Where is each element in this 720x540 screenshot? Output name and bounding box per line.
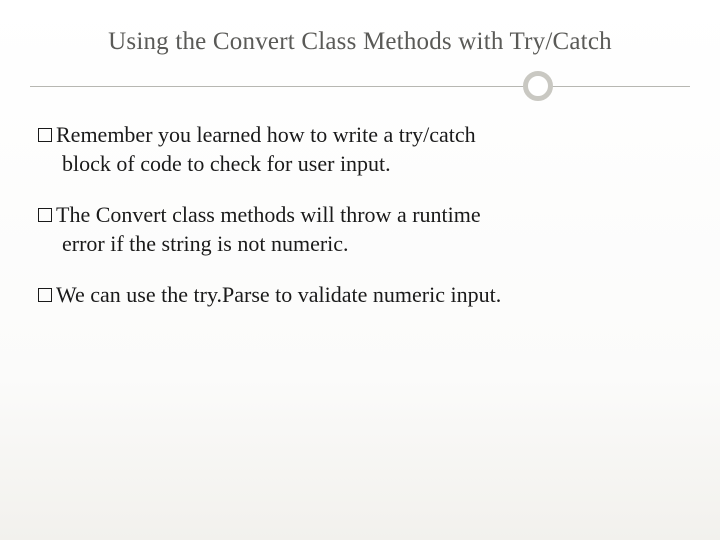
title-divider <box>30 70 690 102</box>
square-bullet-icon <box>38 128 52 142</box>
bullet-item: The Convert class methods will throw a r… <box>38 200 682 258</box>
slide-title: Using the Convert Class Methods with Try… <box>30 28 690 70</box>
bullet-text-cont: block of code to check for user input. <box>38 149 682 178</box>
bullet-text: The Convert class methods will throw a r… <box>56 202 481 227</box>
bullet-item: Remember you learned how to write a try/… <box>38 120 682 178</box>
bullet-item: We can use the try.Parse to validate num… <box>38 280 682 309</box>
bullet-text: Remember you learned how to write a try/… <box>56 122 476 147</box>
bullet-text: We can use the try.Parse to validate num… <box>56 282 501 307</box>
square-bullet-icon <box>38 288 52 302</box>
slide: Using the Convert Class Methods with Try… <box>0 0 720 540</box>
slide-content: Remember you learned how to write a try/… <box>30 120 690 309</box>
bullet-text-cont: error if the string is not numeric. <box>38 229 682 258</box>
divider-line <box>30 86 690 87</box>
square-bullet-icon <box>38 208 52 222</box>
divider-circle-icon <box>523 71 553 101</box>
